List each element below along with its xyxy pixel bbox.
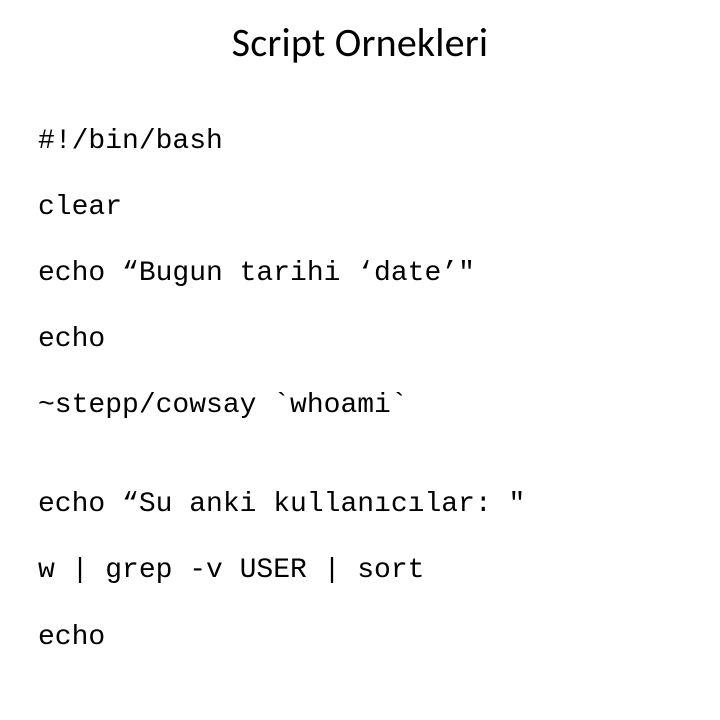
code-line: clear (38, 191, 682, 224)
slide: Script Ornekleri #!/bin/bash clear echo … (0, 0, 720, 540)
code-line: echo (38, 323, 682, 356)
slide-title: Script Ornekleri (0, 18, 720, 67)
code-line: echo “Su anki kullanıcılar: " (38, 488, 682, 521)
code-line: echo “Bugun tarihi ‘date’" (38, 257, 682, 290)
code-line: #!/bin/bash (38, 125, 682, 158)
code-block: #!/bin/bash clear echo “Bugun tarihi ‘da… (38, 92, 682, 720)
code-line: ~stepp/cowsay `whoami` (38, 389, 682, 422)
code-line: echo (38, 621, 682, 654)
code-line: w | grep -v USER | sort (38, 554, 682, 587)
